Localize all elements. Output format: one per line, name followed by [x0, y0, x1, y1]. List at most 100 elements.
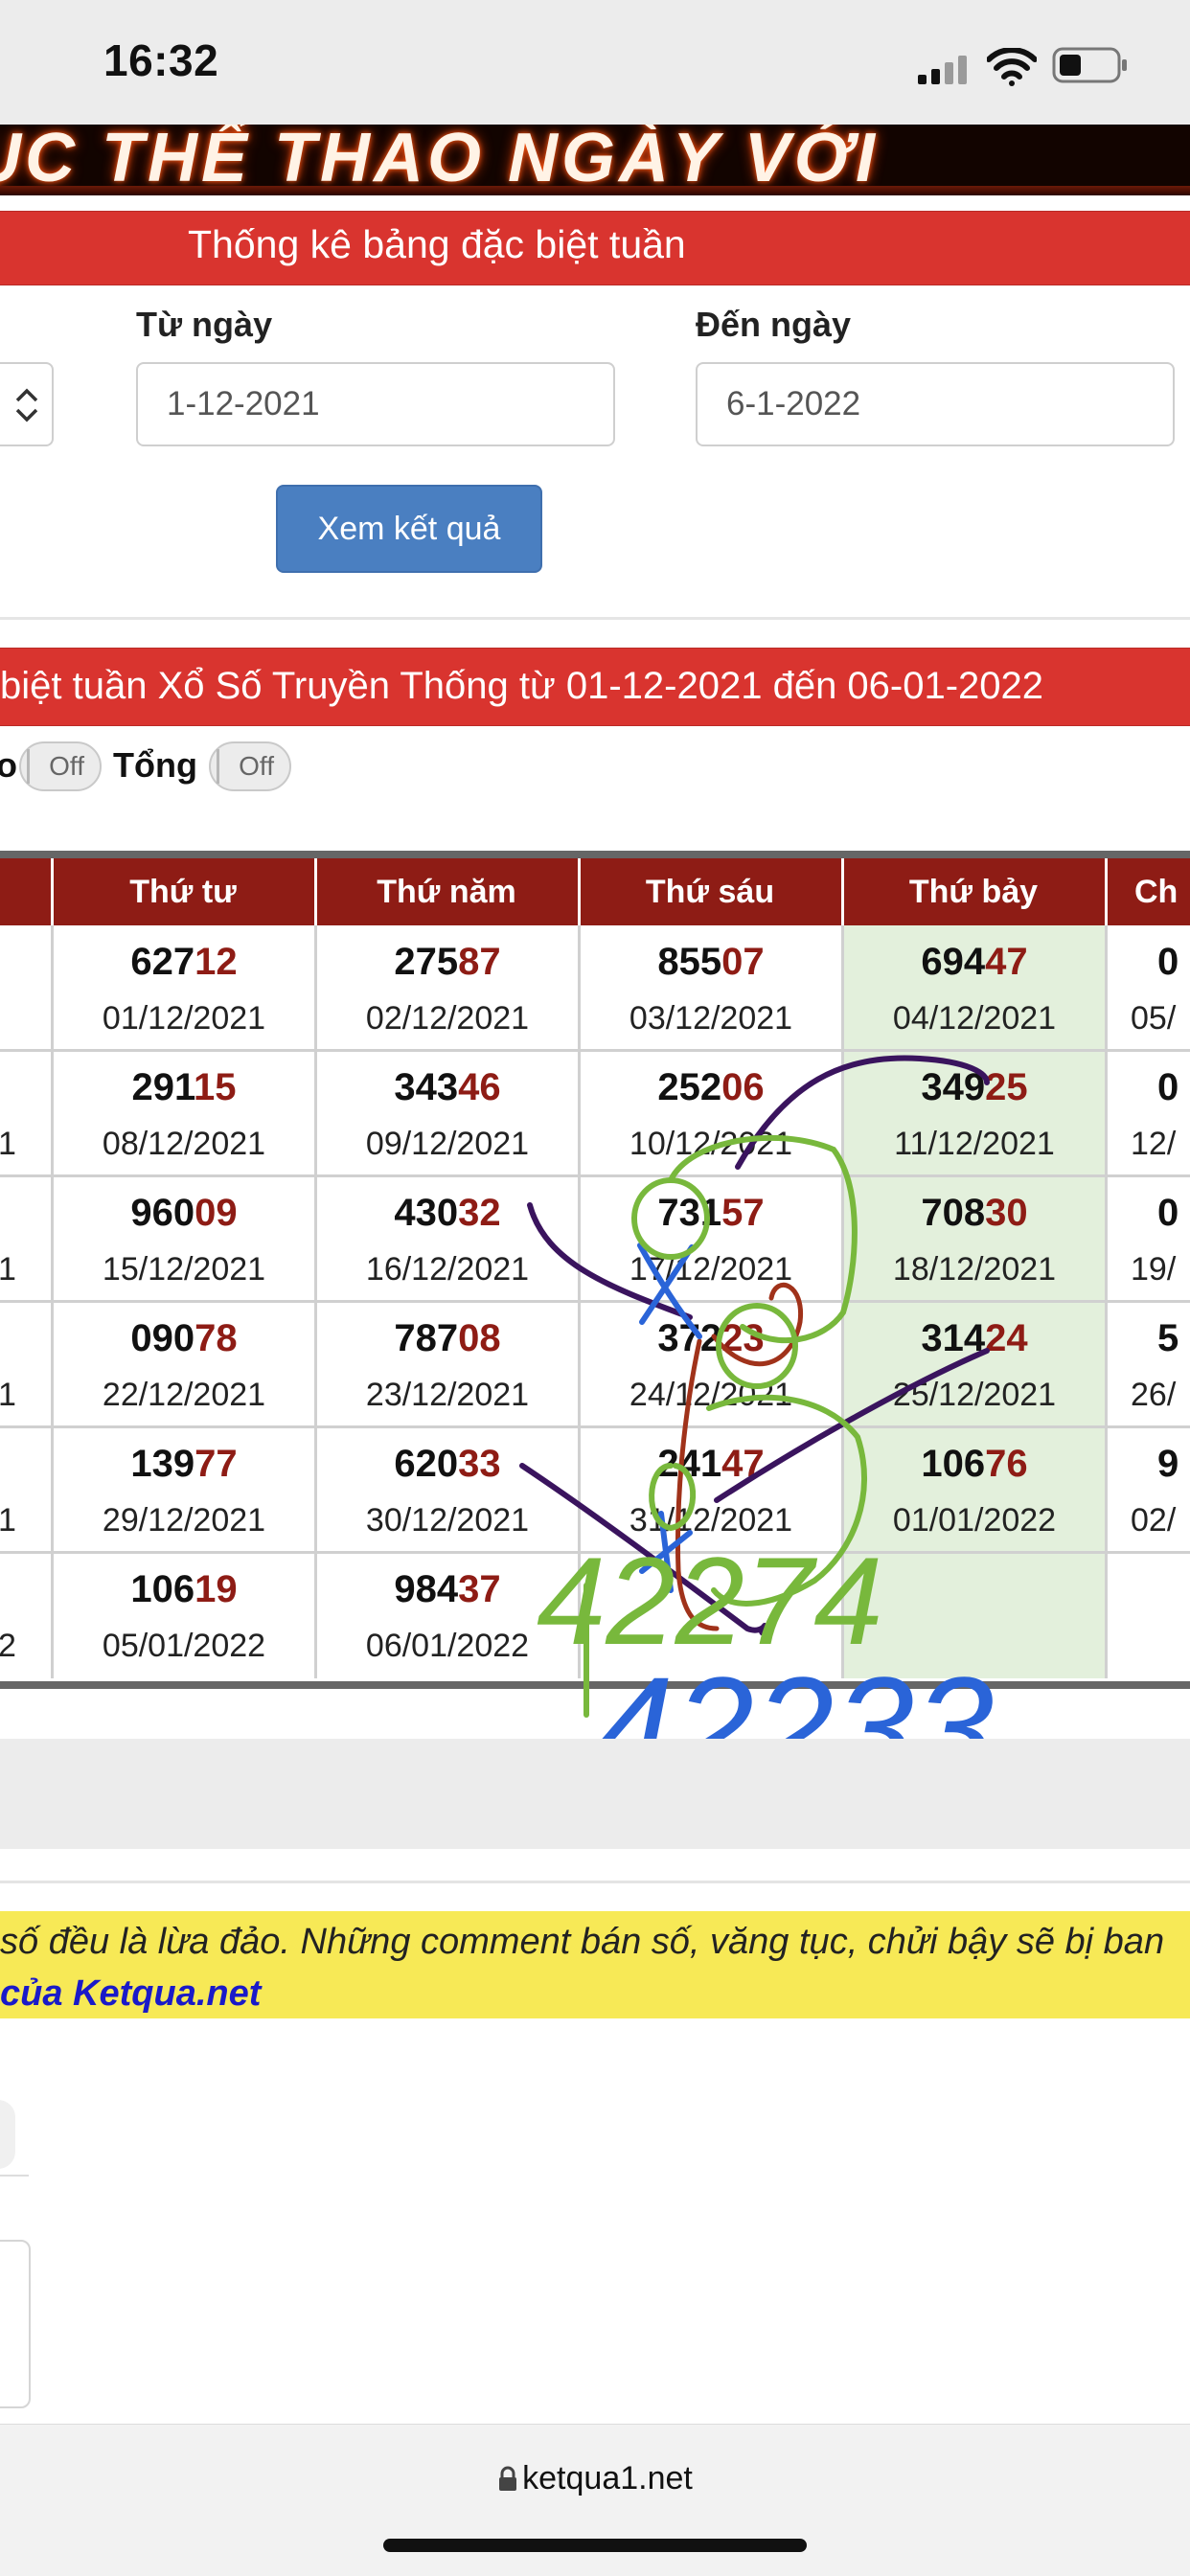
prize-number-tail: 33: [458, 1443, 501, 1485]
prize-number-head: 708: [921, 1192, 986, 1234]
draw-date: 29/12/2021: [102, 1502, 266, 1539]
prize-number-head: 731: [657, 1192, 722, 1234]
prize-number: 0: [1108, 1192, 1190, 1235]
table-cell: 70830 18/12/2021: [844, 1176, 1105, 1301]
prize-number: 34925: [844, 1066, 1105, 1109]
column-header-thursday: Thứ năm: [377, 873, 516, 910]
url-display[interactable]: ketqua1.net: [0, 2460, 1190, 2497]
column-header-sunday: Ch: [1134, 873, 1179, 910]
row-divider: [0, 1425, 1190, 1428]
draw-date: 08/12/2021: [102, 1126, 266, 1162]
table-cell: 0 12/: [1108, 1051, 1190, 1175]
draw-date: 03/12/2021: [629, 1000, 793, 1037]
column-header-saturday: Thứ bảy: [908, 873, 1039, 910]
cellular-signal-icon: [918, 56, 970, 84]
prize-number-tail: 30: [985, 1192, 1028, 1234]
divider: [0, 2175, 29, 2177]
draw-date: 18/12/2021: [892, 1251, 1057, 1288]
to-date-label: Đến ngày: [696, 305, 852, 344]
draw-date: 30/12/2021: [365, 1502, 530, 1539]
status-time: 16:32: [103, 35, 219, 85]
lock-icon: [499, 2466, 517, 2491]
section-divider: [0, 1881, 1190, 1883]
draw-date: 05/: [1131, 1000, 1177, 1037]
partial-column-date: 2: [0, 1628, 16, 1664]
grey-section: [0, 1739, 1190, 1849]
prize-number-head: 694: [921, 941, 986, 983]
prize-number: 98437: [317, 1568, 578, 1611]
draw-date: 15/12/2021: [102, 1251, 266, 1288]
table-cell: 62712 01/12/2021: [54, 925, 314, 1050]
draw-date: 17/12/2021: [629, 1251, 793, 1288]
table-cell: 25206 10/12/2021: [581, 1051, 841, 1175]
prize-number-tail: 19: [195, 1568, 238, 1610]
notice-text: số đều là lừa đảo. Những comment bán số,…: [0, 1922, 1165, 1962]
prize-number-head: 349: [921, 1066, 986, 1108]
prize-number: 96009: [54, 1192, 314, 1235]
prize-number-head: 372: [657, 1317, 722, 1359]
prize-number-tail: 87: [458, 941, 501, 983]
wifi-icon: [986, 47, 1038, 86]
prize-number-head: 0: [1157, 1066, 1179, 1108]
prize-number: 37223: [581, 1317, 841, 1360]
table-cell: 0 05/: [1108, 925, 1190, 1050]
from-date-input[interactable]: 1-12-2021: [136, 362, 615, 446]
table-bottom-border: [0, 1681, 1190, 1689]
select-dropdown[interactable]: [0, 362, 54, 446]
prize-number-tail: 09: [195, 1192, 238, 1234]
table-cell: 34346 09/12/2021: [317, 1051, 578, 1175]
results-title: biệt tuần Xổ Số Truyền Thống từ 01-12-20…: [0, 665, 1044, 707]
table-cell: 13977 29/12/2021: [54, 1427, 314, 1552]
prize-number: 78708: [317, 1317, 578, 1360]
draw-date: 22/12/2021: [102, 1377, 266, 1413]
prize-number-tail: 78: [195, 1317, 238, 1359]
prize-number-head: 291: [131, 1066, 195, 1108]
home-indicator[interactable]: [383, 2539, 807, 2552]
toggle1-label: o: [0, 745, 17, 785]
prize-number-head: 0: [1157, 1192, 1179, 1234]
prize-number-head: 139: [130, 1443, 195, 1485]
total-toggle-switch[interactable]: Off: [209, 741, 291, 791]
results-table-body: 62712 01/12/2021 27587 02/12/2021 85507 03/12…: [0, 925, 1190, 1681]
table-cell: 10619 05/01/2022: [54, 1553, 314, 1677]
table-cell: 27587 02/12/2021: [317, 925, 578, 1050]
draw-date: 10/12/2021: [629, 1126, 793, 1162]
draw-date: 01/01/2022: [892, 1502, 1057, 1539]
prize-number-tail: 24: [985, 1317, 1028, 1359]
table-header-row: Thứ tư Thứ năm Thứ sáu Thứ bảy Ch: [0, 858, 1190, 925]
column-divider: [314, 925, 317, 1678]
comment-textarea[interactable]: [0, 2240, 31, 2408]
table-cell: 5 26/: [1108, 1302, 1190, 1426]
notice-site-link[interactable]: của Ketqua.net: [0, 1973, 261, 2015]
view-results-button[interactable]: Xem kết quả: [276, 485, 542, 573]
draw-date: 02/: [1131, 1502, 1177, 1539]
column-divider: [51, 925, 54, 1678]
toggle-switch-1[interactable]: Off: [19, 741, 102, 791]
prize-number-tail: 46: [458, 1066, 501, 1108]
prize-number-head: 984: [394, 1568, 459, 1610]
prize-number: 0: [1108, 941, 1190, 984]
table-cell: [1108, 1553, 1190, 1677]
prize-number-head: 9: [1157, 1443, 1179, 1485]
to-date-input[interactable]: 6-1-2022: [696, 362, 1175, 446]
partial-column-date: 1: [0, 1377, 16, 1413]
draw-date: 26/: [1131, 1377, 1177, 1413]
table-cell: 73157 17/12/2021: [581, 1176, 841, 1301]
prize-number-head: 855: [657, 941, 722, 983]
prize-number-tail: 12: [195, 941, 238, 983]
site-banner: ỤC THỂ THAO NGÀY VỚI: [0, 125, 1190, 186]
table-cell: 43032 16/12/2021: [317, 1176, 578, 1301]
draw-date: 05/01/2022: [102, 1628, 266, 1664]
draw-date: 31/12/2021: [629, 1502, 793, 1539]
prize-number: 27587: [317, 941, 578, 984]
table-cell: 85507 03/12/2021: [581, 925, 841, 1050]
prize-number-tail: 25: [985, 1066, 1028, 1108]
table-cell: 10676 01/01/2022: [844, 1427, 1105, 1552]
table-cell: [844, 1553, 1105, 1677]
table-cell: 29115 08/12/2021: [54, 1051, 314, 1175]
select-arrows-icon: [15, 388, 38, 422]
prize-number: 70830: [844, 1192, 1105, 1235]
browser-address-bar: [0, 2424, 1190, 2576]
table-cell: 09078 22/12/2021: [54, 1302, 314, 1426]
draw-date: 12/: [1131, 1126, 1177, 1162]
